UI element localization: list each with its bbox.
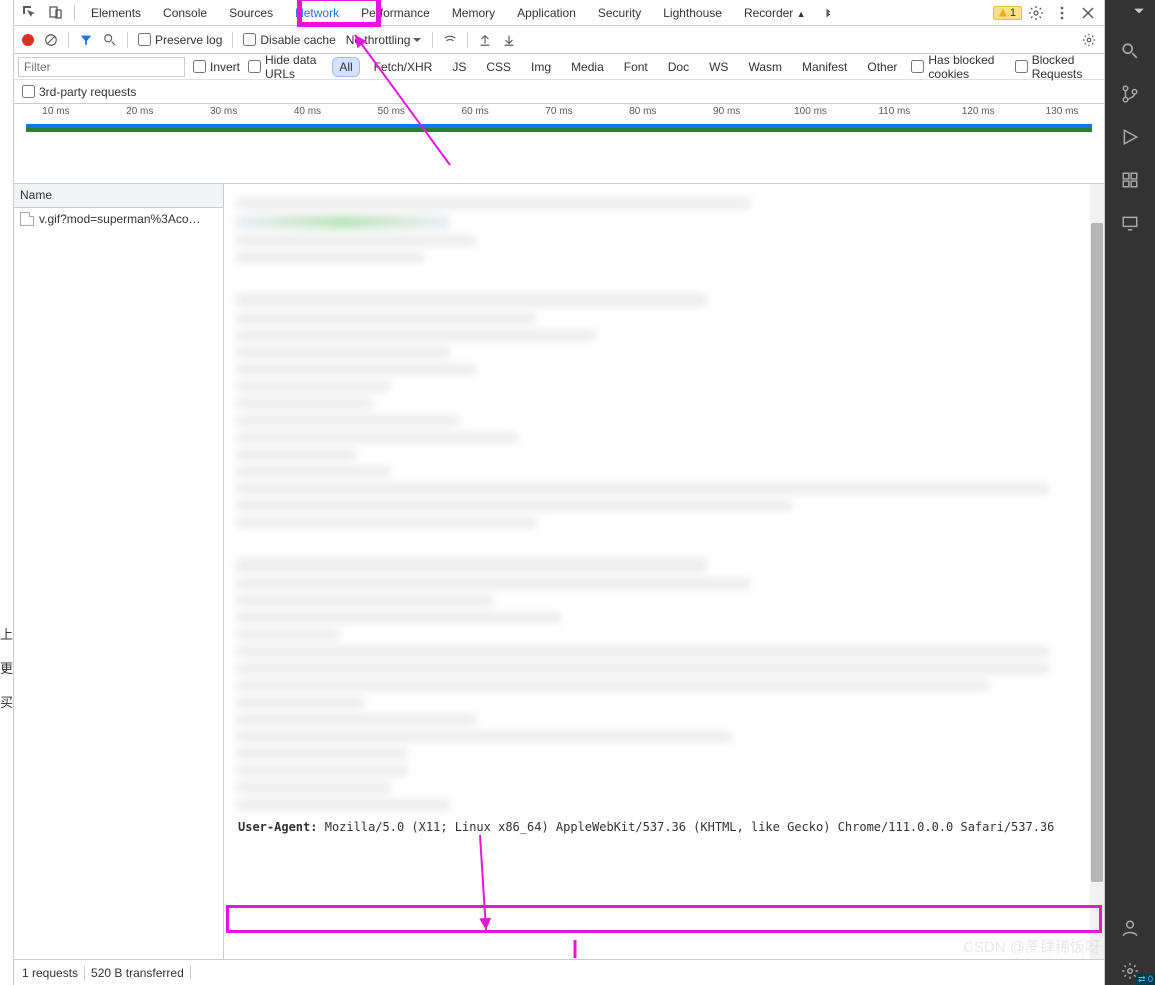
- remote-icon[interactable]: [1121, 214, 1139, 232]
- hide-data-urls-checkbox[interactable]: Hide data URLs: [248, 53, 324, 81]
- upload-icon[interactable]: [478, 33, 492, 47]
- tab-lighthouse[interactable]: Lighthouse: [653, 1, 732, 25]
- file-icon: [20, 212, 34, 226]
- blocked-cookies-checkbox[interactable]: Has blocked cookies: [911, 53, 1006, 81]
- redacted-content: [236, 198, 1092, 810]
- disable-cache-checkbox[interactable]: Disable cache: [243, 33, 335, 47]
- account-icon[interactable]: [1121, 919, 1139, 937]
- filter-ws[interactable]: WS: [703, 57, 734, 77]
- search-icon[interactable]: [1121, 42, 1139, 60]
- settings-gear-icon[interactable]: [1082, 33, 1096, 47]
- record-button[interactable]: [22, 34, 34, 46]
- network-toolbar: Preserve log Disable cache No throttling: [14, 26, 1104, 54]
- settings-icon[interactable]: [1028, 5, 1044, 21]
- request-list-header[interactable]: Name: [14, 184, 223, 208]
- inspect-icon[interactable]: [22, 5, 38, 21]
- request-row[interactable]: v.gif?mod=superman%3Aco…: [14, 208, 223, 230]
- status-transferred: 520 B transferred: [91, 966, 184, 980]
- remote-badge[interactable]: ⇄ 0: [1136, 974, 1155, 985]
- preserve-log-checkbox[interactable]: Preserve log: [138, 33, 222, 47]
- filter-icon[interactable]: [79, 33, 93, 47]
- devtools-tabstrip: Elements Console Sources Network Perform…: [14, 0, 1104, 26]
- filter-input[interactable]: [18, 57, 185, 77]
- status-requests: 1 requests: [22, 966, 78, 980]
- tab-recorder[interactable]: Recorder ▲: [734, 1, 816, 25]
- tab-memory[interactable]: Memory: [442, 1, 505, 25]
- filter-font[interactable]: Font: [618, 57, 654, 77]
- filter-wasm[interactable]: Wasm: [742, 57, 788, 77]
- clear-icon[interactable]: [44, 33, 58, 47]
- timeline-ruler: 10 ms20 ms30 ms40 ms50 ms60 ms70 ms80 ms…: [14, 104, 1104, 119]
- tab-application[interactable]: Application: [507, 1, 586, 25]
- request-list: Name v.gif?mod=superman%3Aco…: [14, 184, 224, 959]
- filter-media[interactable]: Media: [565, 57, 610, 77]
- user-agent-header: User-Agent: Mozilla/5.0 (X11; Linux x86_…: [236, 816, 1092, 838]
- filter-css[interactable]: CSS: [480, 57, 517, 77]
- wifi-icon[interactable]: [443, 33, 457, 47]
- right-sidebar: ⇄ 0: [1105, 0, 1155, 985]
- tab-sources[interactable]: Sources: [219, 1, 283, 25]
- page-left-edge: 上 更 买: [0, 0, 14, 985]
- network-content: Name v.gif?mod=superman%3Aco…: [14, 184, 1104, 959]
- warning-count[interactable]: 1: [993, 6, 1022, 20]
- tab-console[interactable]: Console: [153, 1, 217, 25]
- filter-fetch[interactable]: Fetch/XHR: [368, 57, 439, 77]
- kebab-icon[interactable]: [1054, 5, 1070, 21]
- filter-doc[interactable]: Doc: [662, 57, 695, 77]
- network-filter-bar: Invert Hide data URLs All Fetch/XHR JS C…: [14, 54, 1104, 80]
- throttling-select[interactable]: No throttling: [346, 33, 423, 47]
- watermark: CSDN @蔗肆稀饭呀: [963, 936, 1100, 957]
- filter-js[interactable]: JS: [446, 57, 472, 77]
- more-tabs-icon[interactable]: [822, 5, 834, 21]
- device-icon[interactable]: [48, 5, 64, 21]
- network-timeline[interactable]: 10 ms20 ms30 ms40 ms50 ms60 ms70 ms80 ms…: [14, 104, 1104, 184]
- tab-elements[interactable]: Elements: [81, 1, 151, 25]
- extensions-icon[interactable]: [1121, 171, 1139, 189]
- tab-performance[interactable]: Performance: [351, 1, 440, 25]
- filter-manifest[interactable]: Manifest: [796, 57, 853, 77]
- filter-other[interactable]: Other: [861, 57, 903, 77]
- filter-all[interactable]: All: [332, 57, 359, 77]
- detail-scrollbar[interactable]: [1090, 184, 1104, 959]
- request-name: v.gif?mod=superman%3Aco…: [39, 212, 201, 226]
- devtools-panel: Elements Console Sources Network Perform…: [14, 0, 1105, 985]
- network-statusbar: 1 requests 520 B transferred: [14, 959, 1104, 985]
- search-icon[interactable]: [103, 33, 117, 47]
- download-icon[interactable]: [502, 33, 516, 47]
- close-icon[interactable]: [1080, 5, 1096, 21]
- run-icon[interactable]: [1121, 128, 1139, 146]
- tab-network[interactable]: Network: [285, 1, 349, 25]
- third-party-checkbox[interactable]: 3rd-party requests: [22, 85, 136, 99]
- tab-security[interactable]: Security: [588, 1, 651, 25]
- blocked-requests-checkbox[interactable]: Blocked Requests: [1015, 53, 1100, 81]
- invert-checkbox[interactable]: Invert: [193, 60, 240, 74]
- branch-icon[interactable]: [1121, 85, 1139, 103]
- filter-img[interactable]: Img: [525, 57, 557, 77]
- chevron-down-icon[interactable]: [1133, 5, 1145, 17]
- network-filter-bar-2: 3rd-party requests: [14, 80, 1104, 104]
- request-detail[interactable]: User-Agent: Mozilla/5.0 (X11; Linux x86_…: [224, 184, 1104, 959]
